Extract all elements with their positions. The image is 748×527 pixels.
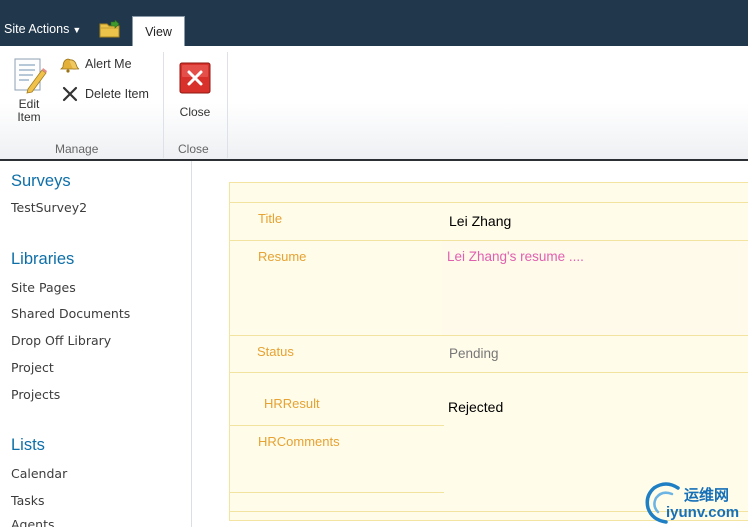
site-actions-label: Site Actions — [4, 22, 70, 36]
group-label-manage: Manage — [55, 142, 99, 156]
field-label-title: Title — [258, 211, 283, 226]
field-label-resume: Resume — [258, 249, 307, 264]
nav-item-testsurvey2[interactable]: TestSurvey2 — [11, 200, 87, 215]
watermark-logo: 运维网 iyunv.com — [642, 478, 748, 527]
nav-heading-lists[interactable]: Lists — [11, 436, 45, 455]
site-actions-menu[interactable]: Site Actions ▼ — [4, 22, 81, 36]
nav-heading-libraries[interactable]: Libraries — [11, 250, 74, 269]
watermark-text-cn: 运维网 — [684, 487, 730, 504]
ribbon-group-divider — [227, 52, 228, 158]
field-label-status: Status — [257, 344, 294, 359]
edit-item-button[interactable]: Edit Item — [6, 56, 52, 124]
alert-me-button[interactable]: Alert Me — [60, 54, 132, 74]
item-display-form: Title Lei Zhang Resume Lei Zhang's resum… — [229, 182, 748, 521]
tab-view[interactable]: View — [132, 16, 185, 47]
nav-item-tasks[interactable]: Tasks — [11, 493, 45, 508]
row-divider — [230, 372, 748, 373]
field-value-resume-link[interactable]: Lei Zhang's resume .... — [447, 249, 584, 264]
delete-x-icon — [60, 85, 80, 103]
delete-item-label: Delete Item — [85, 87, 149, 101]
field-value-status: Pending — [449, 346, 499, 361]
row-divider — [230, 202, 748, 203]
navigate-up-folder-icon[interactable] — [99, 20, 121, 38]
field-value-title: Lei Zhang — [449, 213, 512, 229]
row-divider — [230, 425, 444, 426]
quick-launch-nav: Surveys TestSurvey2 Libraries Site Pages… — [0, 161, 192, 527]
field-value-hrresult: Rejected — [448, 399, 504, 415]
nav-item-site-pages[interactable]: Site Pages — [11, 280, 76, 295]
ribbon: Edit Item Alert Me Delete Item Close Man… — [0, 46, 748, 161]
field-label-hrcomments: HRComments — [258, 434, 340, 449]
edit-document-icon — [14, 58, 47, 94]
delete-item-button[interactable]: Delete Item — [60, 84, 149, 104]
row-divider — [230, 335, 748, 336]
nav-item-project[interactable]: Project — [11, 360, 54, 375]
top-bar: Site Actions ▼ View — [0, 0, 748, 47]
edit-item-label-line2: Item — [17, 110, 41, 124]
chevron-down-icon: ▼ — [72, 25, 82, 35]
nav-item-calendar[interactable]: Calendar — [11, 466, 67, 481]
nav-heading-surveys[interactable]: Surveys — [11, 172, 71, 191]
field-label-hrresult: HRResult — [264, 396, 320, 411]
alert-me-label: Alert Me — [85, 57, 132, 71]
nav-item-agents[interactable]: Agents — [11, 517, 55, 527]
main-content: Title Lei Zhang Resume Lei Zhang's resum… — [192, 161, 748, 527]
ribbon-group-divider — [163, 52, 164, 158]
nav-item-shared-documents[interactable]: Shared Documents — [11, 306, 130, 321]
close-button[interactable]: Close — [174, 62, 216, 119]
row-divider — [230, 240, 748, 241]
watermark-text-url: iyunv.com — [666, 504, 740, 521]
close-label: Close — [179, 105, 211, 119]
nav-item-drop-off-library[interactable]: Drop Off Library — [11, 333, 111, 348]
row-divider — [230, 492, 444, 493]
group-label-close: Close — [178, 142, 209, 156]
nav-item-projects[interactable]: Projects — [11, 387, 60, 402]
close-icon — [179, 62, 211, 94]
bell-icon — [60, 55, 80, 73]
